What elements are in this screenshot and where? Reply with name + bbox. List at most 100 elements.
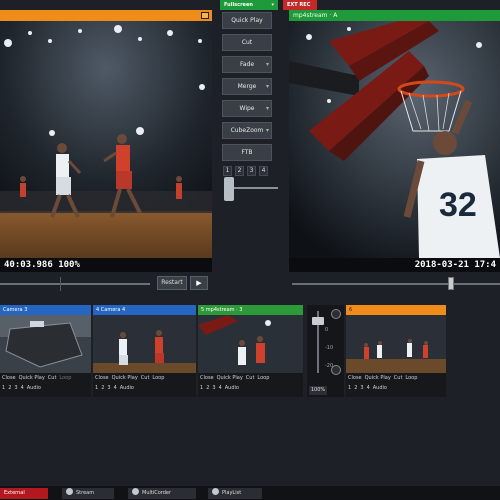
- close-button[interactable]: Close: [348, 373, 362, 383]
- input-thumbnail[interactable]: [198, 315, 303, 373]
- overlay-3-button[interactable]: 3: [212, 383, 215, 393]
- loop-button[interactable]: Loop: [257, 373, 269, 383]
- chevron-down-icon: ▾: [271, 2, 274, 8]
- overlay-4-button[interactable]: 4: [21, 383, 24, 393]
- overlay-2-button[interactable]: 2: [101, 383, 104, 393]
- gear-icon[interactable]: [132, 488, 139, 495]
- cut-button[interactable]: Cut: [394, 373, 403, 383]
- quick-play-button[interactable]: Quick Play: [365, 373, 391, 383]
- basketball-dunk-image: 32: [289, 21, 500, 258]
- stream-button[interactable]: Stream: [62, 488, 114, 499]
- ftb-label: FTB: [241, 149, 253, 156]
- play-button[interactable]: ▶: [190, 276, 208, 290]
- volume-fader-knob[interactable]: [312, 316, 324, 325]
- cut-button[interactable]: Cut: [48, 373, 57, 383]
- program-title: mp4stream · A: [293, 12, 338, 19]
- timeline-seek-right[interactable]: [292, 283, 500, 285]
- quick-play-button[interactable]: Quick Play: [19, 373, 45, 383]
- input-card-camera-4[interactable]: 4 Camera 4 Close Quick Play Cut Loop 1 2 3 4 Au…: [93, 305, 196, 397]
- overlay-2-button[interactable]: 2: [8, 383, 11, 393]
- input-thumbnail[interactable]: [93, 315, 196, 373]
- fullscreen-tab[interactable]: Fullscreen ▾: [220, 0, 278, 10]
- multicorder-button[interactable]: MultiCorder: [128, 488, 196, 499]
- overlay-1-button[interactable]: 1: [200, 383, 203, 393]
- close-button[interactable]: Close: [95, 373, 109, 383]
- input-thumbnail[interactable]: [346, 315, 446, 373]
- loop-button[interactable]: Loop: [59, 373, 71, 383]
- input-thumbnail[interactable]: [0, 315, 91, 373]
- preview-monitor[interactable]: 40:03.986 100%: [0, 10, 212, 272]
- overlay-2-button[interactable]: 2: [354, 383, 357, 393]
- gear-icon[interactable]: [212, 488, 219, 495]
- quick-play-button[interactable]: Quick Play: [217, 373, 243, 383]
- program-monitor[interactable]: mp4stream · A 32 2018-03-21 17:4: [289, 10, 500, 272]
- timeline-tick: [60, 277, 61, 291]
- loop-button[interactable]: Loop: [405, 373, 417, 383]
- playlist-button[interactable]: PlayList: [208, 488, 262, 499]
- preview-zoom: 100%: [58, 260, 80, 270]
- merge-button[interactable]: Merge ▾: [222, 78, 272, 95]
- orange-input-thumbnail: [346, 315, 446, 373]
- overlay-3-button[interactable]: 3: [14, 383, 17, 393]
- restart-button[interactable]: Restart: [157, 276, 187, 290]
- play-icon: ▶: [196, 279, 202, 287]
- input-card-orange[interactable]: 6 Close Quick Play Cut Loop 1 2 3 4 Audio: [346, 305, 446, 397]
- close-button[interactable]: Close: [2, 373, 16, 383]
- t-bar-handle[interactable]: [224, 177, 234, 201]
- loop-button[interactable]: Loop: [152, 373, 164, 383]
- overlay-4-button[interactable]: 4: [219, 383, 222, 393]
- headphones-icon[interactable]: [331, 365, 341, 375]
- chevron-down-icon[interactable]: ▾: [266, 101, 269, 116]
- gear-icon[interactable]: [66, 488, 73, 495]
- t-bar-slider[interactable]: [222, 175, 278, 203]
- ftb-button[interactable]: FTB: [222, 144, 272, 161]
- overlay-3-button[interactable]: 3: [360, 383, 363, 393]
- overlay-3-button[interactable]: 3: [107, 383, 110, 393]
- audio-button[interactable]: Audio: [373, 383, 387, 393]
- chevron-down-icon[interactable]: ▾: [266, 123, 269, 138]
- camera-4-thumbnail: [93, 315, 196, 373]
- window-icon[interactable]: [201, 12, 209, 19]
- timeline-seek-left[interactable]: [0, 283, 150, 285]
- cut-label: Cut: [241, 39, 253, 46]
- input-card-mp4stream[interactable]: 5 mp4stream · 3 Close Quick Play Cut Loop 1…: [198, 305, 303, 397]
- cut-button[interactable]: Cut: [141, 373, 150, 383]
- cut-button[interactable]: Cut: [222, 34, 272, 51]
- overlay-4-button[interactable]: 4: [367, 383, 370, 393]
- input-overlay-row: 1 2 3 4 Audio: [93, 383, 196, 393]
- chevron-down-icon[interactable]: ▾: [266, 79, 269, 94]
- fade-button[interactable]: Fade ▾: [222, 56, 272, 73]
- overlay-1-button[interactable]: 1: [348, 383, 351, 393]
- close-button[interactable]: Close: [200, 373, 214, 383]
- cubezoom-button[interactable]: CubeZoom ▾: [222, 122, 272, 139]
- external-button[interactable]: External: [0, 488, 48, 499]
- quick-play-button[interactable]: Quick Play: [222, 12, 272, 29]
- merge-label: Merge: [237, 83, 257, 90]
- input-controls: Close Quick Play Cut Loop: [346, 373, 446, 383]
- db-mark: 0: [325, 327, 329, 333]
- fade-label: Fade: [239, 61, 255, 68]
- audio-button[interactable]: Audio: [27, 383, 41, 393]
- input-card-camera-3[interactable]: Camera 3 Close Quick Play Cut Loop 1 2 3 4 Audi…: [0, 305, 91, 397]
- external-label: External: [4, 490, 25, 496]
- input-header: 6: [346, 305, 446, 315]
- overlay-1-button[interactable]: 1: [95, 383, 98, 393]
- program-seek-handle[interactable]: [448, 277, 454, 290]
- quick-play-button[interactable]: Quick Play: [112, 373, 138, 383]
- wipe-label: Wipe: [239, 105, 255, 112]
- volume-percent: 100%: [309, 386, 327, 395]
- overlay-4-button[interactable]: 4: [114, 383, 117, 393]
- mute-icon[interactable]: [331, 309, 341, 319]
- audio-button[interactable]: Audio: [120, 383, 134, 393]
- preview-title-bar: [0, 10, 212, 21]
- overlay-1-button[interactable]: 1: [2, 383, 5, 393]
- camera-3-thumbnail: [0, 315, 91, 373]
- chevron-down-icon[interactable]: ▾: [266, 57, 269, 72]
- audio-mixer: 0 -10 -20 100%: [307, 305, 344, 397]
- overlay-2-button[interactable]: 2: [206, 383, 209, 393]
- preview-video: [0, 21, 212, 258]
- ext-rec-tab[interactable]: EXT REC: [283, 0, 317, 10]
- wipe-button[interactable]: Wipe ▾: [222, 100, 272, 117]
- audio-button[interactable]: Audio: [225, 383, 239, 393]
- cut-button[interactable]: Cut: [246, 373, 255, 383]
